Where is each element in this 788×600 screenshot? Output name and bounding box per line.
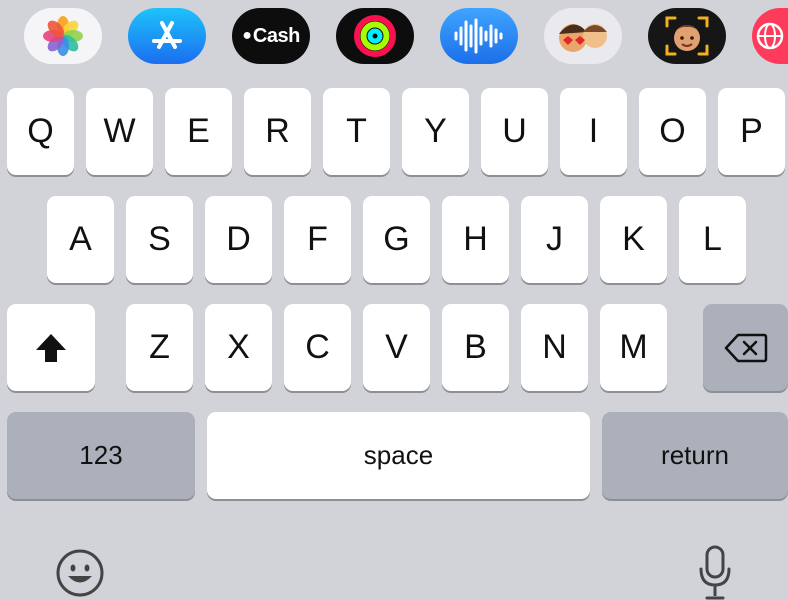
key-b[interactable]: B <box>442 304 509 391</box>
key-s[interactable]: S <box>126 196 193 283</box>
memoji-stickers-app-button[interactable] <box>544 8 622 64</box>
key-g[interactable]: G <box>363 196 430 283</box>
cash-label: Cash <box>252 24 300 47</box>
key-q[interactable]: Q <box>7 88 74 175</box>
app-strip: ● Cash <box>0 0 788 72</box>
apple-logo-icon: ● <box>242 27 252 44</box>
backspace-icon <box>724 333 767 362</box>
app-store-app-button[interactable] <box>128 8 206 64</box>
shift-arrow-icon <box>36 333 66 362</box>
app-store-icon <box>152 21 182 49</box>
key-t[interactable]: T <box>323 88 390 175</box>
key-e[interactable]: E <box>165 88 232 175</box>
photos-app-button[interactable] <box>24 8 102 64</box>
memoji-icon <box>665 16 709 56</box>
photos-icon <box>43 16 83 56</box>
delete-key[interactable] <box>703 304 788 391</box>
key-l[interactable]: L <box>679 196 746 283</box>
microphone-icon <box>699 545 731 600</box>
dictation-button[interactable] <box>690 543 740 600</box>
key-d[interactable]: D <box>205 196 272 283</box>
key-h[interactable]: H <box>442 196 509 283</box>
key-c[interactable]: C <box>284 304 351 391</box>
voice-memo-app-button[interactable] <box>440 8 518 64</box>
return-key[interactable]: return <box>602 412 788 499</box>
key-v[interactable]: V <box>363 304 430 391</box>
key-u[interactable]: U <box>481 88 548 175</box>
key-m[interactable]: M <box>600 304 667 391</box>
activity-rings-icon <box>354 15 396 57</box>
key-j[interactable]: J <box>521 196 588 283</box>
key-a[interactable]: A <box>47 196 114 283</box>
key-x[interactable]: X <box>205 304 272 391</box>
audio-waveform-icon <box>454 18 503 54</box>
numbers-key[interactable]: 123 <box>7 412 195 499</box>
memoji-stickers-icon <box>559 24 607 52</box>
emoji-icon <box>56 549 104 596</box>
key-k[interactable]: K <box>600 196 667 283</box>
cash-app-button[interactable]: ● Cash <box>232 8 310 64</box>
key-r[interactable]: R <box>244 88 311 175</box>
activity-app-button[interactable] <box>336 8 414 64</box>
key-f[interactable]: F <box>284 196 351 283</box>
key-i[interactable]: I <box>560 88 627 175</box>
key-y[interactable]: Y <box>402 88 469 175</box>
shift-key[interactable] <box>7 304 95 391</box>
key-z[interactable]: Z <box>126 304 193 391</box>
emoji-button[interactable] <box>52 545 108 600</box>
key-o[interactable]: O <box>639 88 706 175</box>
globe-icon <box>756 22 784 50</box>
key-n[interactable]: N <box>521 304 588 391</box>
space-key[interactable]: space <box>207 412 590 499</box>
web-search-app-button[interactable] <box>752 8 788 64</box>
key-w[interactable]: W <box>86 88 153 175</box>
memoji-app-button[interactable] <box>648 8 726 64</box>
key-p[interactable]: P <box>718 88 785 175</box>
